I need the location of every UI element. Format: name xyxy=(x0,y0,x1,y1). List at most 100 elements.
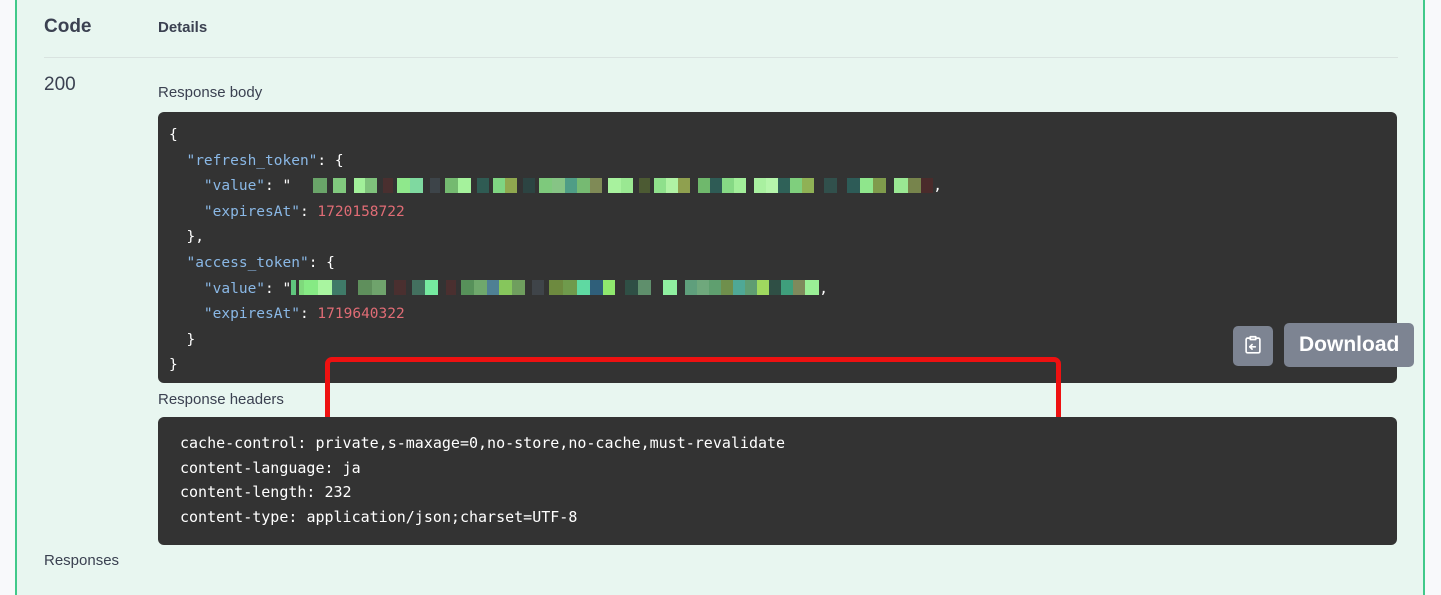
redaction-swatch xyxy=(354,177,366,193)
redaction-swatch xyxy=(423,177,431,193)
redaction-swatch xyxy=(539,177,553,193)
redacted-access-token-value xyxy=(291,280,820,296)
redaction-swatch xyxy=(621,177,634,193)
download-button[interactable]: Download xyxy=(1284,323,1415,367)
response-panel: Code Details 200 Response body { "refres… xyxy=(15,0,1425,595)
redaction-swatch xyxy=(458,177,472,193)
json-brace-close-1: } xyxy=(186,331,196,348)
redaction-swatch xyxy=(304,280,319,296)
redaction-swatch xyxy=(908,177,922,193)
redaction-swatch xyxy=(638,280,652,296)
header-row: content-length: 232 xyxy=(180,483,352,501)
copy-to-clipboard-icon xyxy=(1242,334,1264,359)
redaction-swatch xyxy=(332,280,347,296)
column-header-details: Details xyxy=(158,19,208,36)
copy-to-clipboard-button[interactable] xyxy=(1233,326,1273,366)
redaction-swatch xyxy=(824,177,838,193)
redaction-swatch xyxy=(394,280,407,296)
redaction-swatch xyxy=(333,177,347,193)
header-divider xyxy=(44,57,1398,58)
redaction-swatch xyxy=(565,177,578,193)
json-brace-close-comma-1: }, xyxy=(186,229,204,246)
redaction-swatch xyxy=(477,177,490,193)
redaction-swatch xyxy=(493,177,506,193)
redaction-swatch xyxy=(677,280,686,296)
json-key-value-refresh: "value" xyxy=(203,178,266,195)
redaction-swatch xyxy=(358,280,373,296)
redaction-swatch xyxy=(847,177,861,193)
json-brace-open-1: { xyxy=(334,152,344,169)
header-value: private,s-maxage=0,no-store,no-cache,mus… xyxy=(315,434,786,452)
header-name: content-type: xyxy=(180,507,298,526)
redaction-swatch xyxy=(666,177,679,193)
redaction-swatch xyxy=(769,280,782,296)
redaction-swatch xyxy=(921,177,934,193)
json-comma-1: , xyxy=(933,178,942,195)
json-key-expiresat-refresh: "expiresAt" xyxy=(203,203,300,220)
redaction-swatch xyxy=(603,280,616,296)
redaction-swatch xyxy=(577,177,591,193)
redaction-swatch xyxy=(313,177,328,193)
response-headers-panel: cache-control: private,s-maxage=0,no-sto… xyxy=(158,417,1397,545)
redaction-swatch xyxy=(722,177,735,193)
redaction-swatch xyxy=(651,280,664,296)
redaction-swatch xyxy=(625,280,639,296)
redaction-swatch xyxy=(549,280,564,296)
redaction-swatch xyxy=(793,280,806,296)
redaction-swatch xyxy=(873,177,887,193)
redaction-swatch xyxy=(505,177,518,193)
json-brace-open-2: { xyxy=(326,254,335,271)
redaction-swatch xyxy=(746,177,755,193)
redaction-swatch xyxy=(590,177,603,193)
header-name: content-length: xyxy=(180,483,316,501)
redaction-swatch xyxy=(781,280,794,296)
json-colon-6: : xyxy=(299,306,318,323)
redaction-swatch xyxy=(474,280,488,296)
json-colon-3: : xyxy=(299,203,318,220)
redaction-swatch xyxy=(386,280,395,296)
json-key-refresh-token: "refresh_token" xyxy=(186,152,318,169)
redaction-swatch xyxy=(532,280,545,296)
status-code: 200 xyxy=(44,74,76,95)
json-key-value-access: "value" xyxy=(203,280,266,297)
redaction-swatch xyxy=(425,280,439,296)
response-body-label: Response body xyxy=(158,84,263,101)
redaction-swatch xyxy=(430,177,441,193)
json-colon-2: : xyxy=(265,178,283,195)
redaction-swatch xyxy=(639,177,651,193)
responses-label: Responses xyxy=(44,552,120,569)
header-row: cache-control: private,s-maxage=0,no-sto… xyxy=(180,434,785,452)
redaction-swatch xyxy=(446,280,457,296)
redaction-swatch xyxy=(745,280,758,296)
redaction-swatch xyxy=(654,177,667,193)
redaction-swatch xyxy=(733,280,746,296)
json-quote-1: " xyxy=(282,178,292,195)
header-row: content-type: application/json;charset=U… xyxy=(180,508,577,526)
redaction-swatch xyxy=(790,177,803,193)
access-token-expires-value: 1719640322 xyxy=(317,306,405,323)
redaction-swatch xyxy=(709,280,722,296)
redaction-swatch xyxy=(766,177,779,193)
redaction-swatch xyxy=(678,177,691,193)
redaction-swatch xyxy=(710,177,723,193)
redaction-swatch xyxy=(461,280,475,296)
redaction-swatch xyxy=(552,177,566,193)
redaction-swatch xyxy=(615,280,626,296)
redaction-swatch xyxy=(563,280,578,296)
redaction-swatch xyxy=(487,280,500,296)
json-key-access-token: "access_token" xyxy=(186,254,309,271)
header-value: ja xyxy=(342,458,361,477)
redaction-swatch xyxy=(523,177,536,193)
redaction-swatch xyxy=(778,177,791,193)
redaction-swatch xyxy=(590,280,604,296)
redaction-swatch xyxy=(814,177,825,193)
redaction-swatch xyxy=(860,177,874,193)
redaction-swatch xyxy=(412,280,426,296)
redacted-refresh-token-value xyxy=(291,177,934,193)
redaction-swatch xyxy=(438,280,447,296)
redaction-swatch xyxy=(894,177,909,193)
header-value: 232 xyxy=(324,483,352,501)
redaction-swatch xyxy=(698,177,711,193)
redaction-swatch xyxy=(754,177,767,193)
redaction-swatch xyxy=(721,280,734,296)
